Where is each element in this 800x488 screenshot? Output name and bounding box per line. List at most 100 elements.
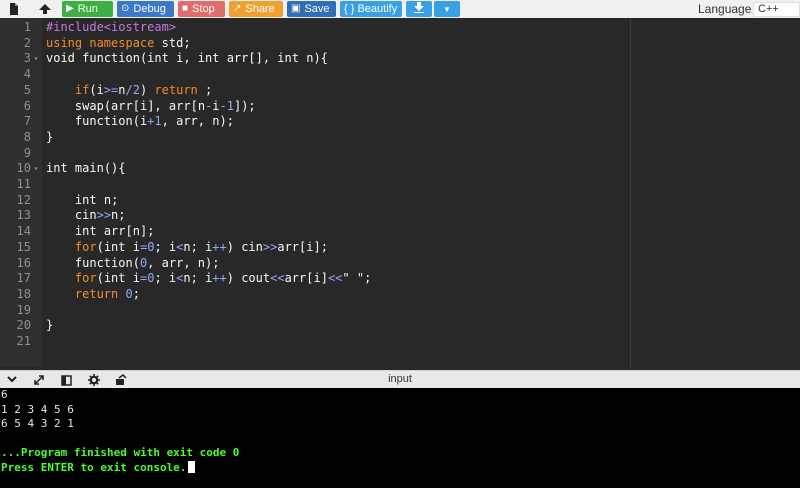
- code-line[interactable]: 18 return 0;: [0, 287, 800, 303]
- line-number: 9: [23, 145, 31, 160]
- save-button[interactable]: ▣ Save: [287, 1, 336, 17]
- code-editor[interactable]: 1 #include<iostream> 2 using namespace std;…: [0, 18, 800, 367]
- code-line[interactable]: 3 ▾ void function(int i, int arr[], int n)…: [0, 51, 800, 67]
- save-button-label: Save: [304, 3, 330, 15]
- code-line[interactable]: 20}: [0, 318, 800, 334]
- code-text: #include<iostream>: [46, 20, 177, 34]
- code-line[interactable]: 6 swap(arr[i], arr[n-i-1]);: [0, 99, 800, 115]
- console-cursor: [188, 461, 196, 473]
- download-options-button[interactable]: ▼: [434, 1, 460, 17]
- line-number: 17: [16, 271, 31, 286]
- stop-button-label: Stop: [192, 3, 215, 15]
- beautify-button-label: { } Beautify: [344, 3, 398, 15]
- output-header: input: [0, 370, 800, 388]
- code-line[interactable]: 12 int n;: [0, 193, 800, 209]
- console-line-text: 6: [1, 388, 8, 401]
- line-number: 7: [23, 114, 31, 129]
- console-line-text: 6 5 4 3 2 1: [1, 417, 74, 431]
- code-text: function(i+1, arr, n);: [74, 114, 234, 129]
- code-line[interactable]: 13 cin>>n;: [0, 208, 800, 224]
- debug-button-label: Debug: [133, 3, 166, 15]
- code-text: for(int i=0; i<n; i++) cout<<arr[i]<<" "…: [74, 271, 372, 286]
- code-line[interactable]: 1 #include<iostream>: [0, 20, 800, 36]
- console-line-text: ...Program finished with exit code 0: [1, 446, 240, 460]
- download-icon: [414, 2, 424, 16]
- code-text: int n;: [74, 192, 119, 207]
- download-button[interactable]: [406, 1, 432, 17]
- code-line[interactable]: 19: [0, 303, 800, 319]
- fold-toggle-icon[interactable]: ▾: [32, 161, 40, 177]
- line-number: 20: [16, 318, 31, 333]
- line-number: 4: [23, 67, 31, 82]
- code-line[interactable]: 4: [0, 67, 800, 83]
- file-icon[interactable]: [6, 0, 22, 18]
- stop-button[interactable]: ■ Stop: [178, 1, 225, 17]
- line-number: 16: [16, 255, 31, 270]
- code-text: if(i>=n/2) return ;: [74, 82, 213, 97]
- code-text: using namespace std;: [46, 35, 191, 50]
- code-line[interactable]: 2 using namespace std;: [0, 36, 800, 52]
- code-text: cin>>n;: [74, 208, 126, 223]
- output-console[interactable]: 61 2 3 4 5 66 5 4 3 2 1 ...Program finish…: [0, 388, 800, 488]
- code-line[interactable]: 16 function(0, arr, n);: [0, 256, 800, 272]
- line-number: 12: [16, 192, 31, 207]
- output-title: input: [388, 373, 412, 385]
- save-icon: ▣: [291, 3, 301, 14]
- console-line: Press ENTER to exit console.: [1, 461, 196, 476]
- console-line: 6: [1, 388, 8, 403]
- line-number: 13: [16, 208, 31, 223]
- code-text: }: [46, 129, 54, 144]
- console-line: 6 5 4 3 2 1: [1, 417, 74, 432]
- language-select[interactable]: C++: [753, 2, 800, 17]
- language-value: C++: [758, 3, 779, 15]
- console-line: 1 2 3 4 5 6: [1, 403, 74, 418]
- line-number: 3: [23, 51, 31, 66]
- code-text: int arr[n];: [74, 224, 155, 239]
- play-icon: ▶: [66, 3, 74, 14]
- line-number: 15: [16, 239, 31, 254]
- code-line[interactable]: 14 int arr[n];: [0, 224, 800, 240]
- beautify-button[interactable]: { } Beautify: [340, 1, 402, 17]
- line-number: 8: [23, 129, 31, 144]
- code-line[interactable]: 7 function(i+1, arr, n);: [0, 114, 800, 130]
- chevron-down-icon: ▼: [443, 4, 451, 14]
- line-number: 6: [23, 98, 31, 113]
- code-text: }: [46, 318, 54, 333]
- code-line[interactable]: 10 ▾ int main(){: [0, 161, 800, 177]
- code-text: int main(){: [46, 161, 126, 176]
- share-button-label: Share: [245, 3, 275, 15]
- code-text: function(0, arr, n);: [74, 255, 220, 270]
- line-number: 1: [23, 20, 31, 34]
- toolbar: ▶ Run ⊙ Debug ■ Stop ↗ Share ▣ Save { } …: [0, 0, 800, 18]
- run-button-label: Run: [77, 3, 98, 15]
- console-line: ...Program finished with exit code 0: [1, 446, 239, 461]
- line-number: 19: [16, 302, 31, 317]
- share-button[interactable]: ↗ Share: [229, 1, 283, 17]
- code-line[interactable]: 15 for(int i=0; i<n; i++) cin>>arr[i];: [0, 240, 800, 256]
- code-line[interactable]: 21: [0, 334, 800, 350]
- code-line[interactable]: 9: [0, 146, 800, 162]
- code-text: return 0;: [74, 286, 140, 301]
- code-text: for(int i=0; i<n; i++) cin>>arr[i];: [74, 239, 328, 254]
- fold-toggle-icon[interactable]: ▾: [32, 51, 40, 67]
- line-number: 5: [23, 82, 31, 97]
- language-label: Language: [698, 2, 752, 16]
- share-icon: ↗: [233, 3, 242, 14]
- debug-icon: ⊙: [121, 3, 130, 14]
- code-line[interactable]: 11: [0, 177, 800, 193]
- stop-icon: ■: [182, 3, 189, 14]
- line-number: 10: [16, 161, 31, 176]
- code-line[interactable]: 17 for(int i=0; i<n; i++) cout<<arr[i]<<…: [0, 271, 800, 287]
- debug-button[interactable]: ⊙ Debug: [117, 1, 174, 17]
- code-text: swap(arr[i], arr[n-i-1]);: [74, 98, 256, 113]
- code-line[interactable]: 5 if(i>=n/2) return ;: [0, 83, 800, 99]
- line-number: 11: [16, 177, 31, 191]
- code-text: void function(int i, int arr[], int n){: [46, 51, 328, 66]
- line-number: 21: [16, 334, 31, 348]
- line-number: 2: [23, 35, 31, 50]
- code-line[interactable]: 8}: [0, 130, 800, 146]
- upload-icon[interactable]: [36, 0, 54, 18]
- run-button[interactable]: ▶ Run: [62, 1, 113, 17]
- console-line-text: 1 2 3 4 5 6: [1, 402, 74, 416]
- line-number: 18: [16, 286, 31, 301]
